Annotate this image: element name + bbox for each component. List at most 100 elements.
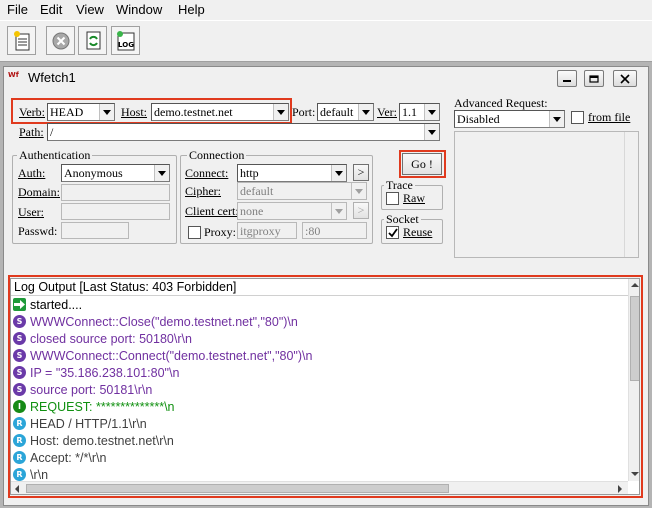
go-button[interactable]: Go ! — [402, 153, 442, 175]
arrow-right-icon — [13, 298, 26, 311]
log-row: S WWWConnect::Connect("demo.testnet.net",… — [13, 347, 312, 364]
path-label: Path: — [19, 125, 44, 139]
ver-label: Ver: — [377, 105, 397, 119]
log-row-text: WWWConnect::Close("demo.testnet.net","80… — [30, 314, 298, 329]
stop-button[interactable] — [46, 26, 75, 55]
refresh-button[interactable] — [78, 26, 107, 55]
cipher-label: Cipher: — [185, 184, 221, 198]
menu-help[interactable]: Help — [178, 2, 205, 17]
chevron-down-icon — [154, 165, 169, 181]
advanced-request-label: Advanced Request: — [454, 96, 548, 110]
toolbar: LOG — [0, 20, 652, 62]
log-row: R Accept: */*\r\n — [13, 449, 106, 466]
close-icon — [620, 73, 630, 84]
menu-edit[interactable]: Edit — [40, 2, 62, 17]
menu-file[interactable]: File — [7, 2, 28, 17]
raw-checkbox[interactable] — [386, 192, 399, 205]
log-row-text: WWWConnect::Connect("demo.testnet.net","… — [30, 348, 313, 363]
log-row: S WWWConnect::Close("demo.testnet.net","8… — [13, 313, 298, 330]
log-row-text: \r\n — [30, 467, 49, 482]
log-row: Sclosed source port: 50180\r\n — [13, 330, 192, 347]
cipher-select[interactable]: default — [237, 182, 367, 200]
log-type-s-icon: S — [13, 366, 26, 379]
log-hscroll-thumb[interactable] — [26, 484, 449, 493]
log-vscroll-thumb[interactable] — [630, 296, 639, 381]
chevron-down-icon — [331, 203, 346, 219]
log-row: R Host: demo.testnet.net\r\n — [13, 432, 174, 449]
log-type-s-icon: S — [13, 349, 26, 362]
log-type-r-icon: R — [13, 451, 26, 464]
menu-window[interactable]: Window — [116, 2, 162, 17]
port-select[interactable]: default — [317, 103, 374, 121]
svg-text:LOG: LOG — [118, 41, 134, 49]
reuse-checkbox[interactable] — [386, 226, 399, 239]
menu-view[interactable]: View — [76, 2, 104, 17]
log-type-s-icon: S — [13, 332, 26, 345]
menu-bar: File Edit View Window Help — [0, 0, 652, 20]
chevron-down-icon — [549, 111, 564, 127]
chevron-down-icon — [631, 472, 639, 476]
log-vertical-scrollbar[interactable] — [628, 279, 639, 481]
version-select[interactable]: 1.1 — [399, 103, 440, 121]
client-cert-select[interactable]: none — [237, 202, 347, 220]
restore-button[interactable] — [584, 70, 604, 87]
chevron-down-icon — [358, 104, 373, 120]
log-header: Log Output [Last Status: 403 Forbidden] — [11, 279, 628, 296]
user-input[interactable] — [61, 203, 170, 220]
log-row-text: closed source port: 50180\r\n — [30, 331, 192, 346]
from-file-checkbox[interactable] — [571, 111, 584, 124]
close-button[interactable] — [613, 70, 637, 87]
log-row-text: Accept: */*\r\n — [30, 450, 107, 465]
connect-select[interactable]: http — [237, 164, 347, 182]
log-row-text: IP = "35.186.238.101:80"\n — [30, 365, 180, 380]
chevron-down-icon — [351, 183, 366, 199]
passwd-label: Passwd: — [18, 224, 58, 238]
log-button[interactable]: LOG — [111, 26, 140, 55]
verb-select[interactable]: HEAD — [47, 103, 115, 121]
chevron-up-icon — [631, 283, 639, 287]
window-title: Wfetch1 — [28, 70, 76, 85]
connect-more-button[interactable]: > — [353, 164, 369, 181]
log-row-text: Host: demo.testnet.net\r\n — [30, 433, 174, 448]
minimize-button[interactable] — [557, 70, 577, 87]
proxy-port-input[interactable]: :80 — [302, 222, 367, 239]
host-combobox[interactable]: demo.testnet.net — [151, 103, 289, 121]
minimize-icon — [563, 79, 571, 82]
log-row: S IP = "35.186.238.101:80"\n — [13, 364, 179, 381]
checkmark-icon — [387, 227, 398, 237]
new-document-icon — [13, 30, 29, 50]
advanced-scrollbar[interactable] — [624, 132, 638, 257]
chevron-down-icon — [424, 104, 439, 120]
proxy-label: Proxy: — [204, 225, 237, 239]
domain-input[interactable] — [61, 184, 170, 201]
password-input[interactable] — [61, 222, 129, 239]
path-combobox[interactable]: / — [47, 123, 440, 141]
log-output-panel[interactable]: Log Output [Last Status: 403 Forbidden] … — [10, 278, 640, 495]
log-row-text: REQUEST: **************\n — [30, 399, 175, 414]
advanced-request-textarea[interactable] — [454, 131, 639, 258]
restore-icon — [589, 74, 599, 83]
host-label: Host: — [121, 105, 148, 119]
client-cert-label: Client cert: — [185, 204, 239, 218]
new-request-button[interactable] — [7, 26, 36, 55]
from-file-label: from file — [588, 110, 631, 124]
domain-label: Domain: — [18, 185, 60, 199]
stop-icon — [52, 32, 69, 49]
refresh-icon — [86, 31, 100, 49]
log-row: R HEAD / HTTP/1.1\r\n — [13, 415, 147, 432]
log-horizontal-scrollbar[interactable] — [11, 481, 628, 494]
proxy-host-input[interactable]: itgproxy — [237, 222, 297, 239]
verb-label: Verb: — [19, 105, 45, 119]
chevron-right-icon — [618, 485, 622, 493]
proxy-checkbox[interactable] — [188, 226, 201, 239]
client-cert-more-button[interactable]: > — [353, 202, 369, 219]
log-row-text: source port: 50181\r\n — [30, 382, 153, 397]
user-label: User: — [18, 205, 44, 219]
advanced-request-select[interactable]: Disabled — [454, 110, 565, 128]
auth-select[interactable]: Anonymous — [61, 164, 170, 182]
log-type-r-icon: R — [13, 417, 26, 430]
log-row-text: HEAD / HTTP/1.1\r\n — [30, 416, 147, 431]
window-title-bar[interactable]: Wf Wfetch1 — [4, 67, 648, 89]
log-type-s-icon: S — [13, 383, 26, 396]
log-list: started.... S WWWConnect::Close("demo.test… — [11, 296, 628, 482]
